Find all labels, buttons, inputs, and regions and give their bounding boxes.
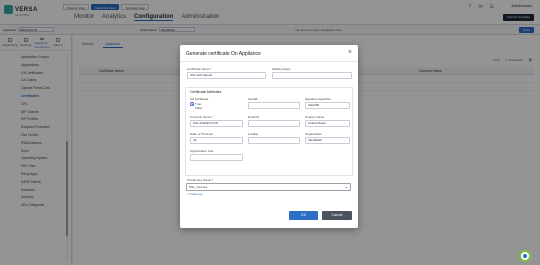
organization-unit-input[interactable] — [190, 154, 243, 161]
email-input[interactable] — [248, 120, 300, 127]
common-name-input[interactable]: SSL-INSPECTION — [190, 120, 243, 127]
validity-input[interactable] — [272, 72, 352, 79]
email-label: Email ID — [248, 115, 260, 119]
attributes-title: Certificate Attributes — [190, 90, 222, 94]
chat-assistant-icon[interactable] — [519, 250, 531, 262]
chevron-down-icon: ⌄ — [344, 184, 348, 189]
ca-true-radio[interactable] — [190, 102, 194, 106]
ca-false-label: False — [195, 106, 203, 110]
organization-unit-label: Organization Unit — [190, 149, 214, 153]
ok-button[interactable]: OK — [289, 211, 318, 220]
ca-certificate-label: CA Certificate — [190, 97, 209, 101]
state-input[interactable]: VA — [190, 137, 243, 144]
private-key-value: SSL_Cert.key — [189, 185, 208, 189]
certificate-attributes: Certificate Attributes CA Certificate Tr… — [185, 87, 353, 215]
organization-input[interactable]: SE-DEMO — [305, 137, 350, 144]
serial-label: Serial# — [248, 97, 258, 101]
locality-input[interactable] — [248, 137, 300, 144]
certificate-name-label: Certificate Name * — [187, 67, 212, 71]
serial-input[interactable] — [248, 102, 300, 109]
validity-label: Validity (days) — [272, 67, 291, 71]
private-key-select[interactable]: SSL_Cert.key ⌄ — [186, 183, 351, 191]
state-label: State or Province — [190, 132, 214, 136]
attributes-panel: Certificate Attributes CA Certificate Tr… — [185, 87, 353, 176]
signature-algorithm-label: Signature Algorithm — [305, 97, 332, 101]
certificate-name-input[interactable]: SSL-Self-Signed — [187, 72, 266, 79]
country-label: Country Name — [305, 115, 325, 119]
dialog-title: Generate certificate On Appliance — [186, 51, 261, 57]
locality-label: Locality — [248, 132, 259, 136]
cancel-button[interactable]: Cancel — [322, 211, 352, 220]
close-icon[interactable]: × — [348, 49, 352, 56]
common-name-label: Common Name * — [190, 115, 214, 119]
organization-label: Organization — [305, 132, 323, 136]
signature-algorithm-select[interactable]: SHA256 — [305, 102, 350, 109]
add-private-key-link[interactable]: + Private Key — [187, 193, 203, 196]
generate-certificate-dialog: Generate certificate On Appliance × Cert… — [180, 45, 358, 228]
private-key-label: Private Key Name * — [187, 178, 214, 182]
divider — [180, 61, 358, 62]
country-input[interactable]: United States — [305, 120, 350, 127]
